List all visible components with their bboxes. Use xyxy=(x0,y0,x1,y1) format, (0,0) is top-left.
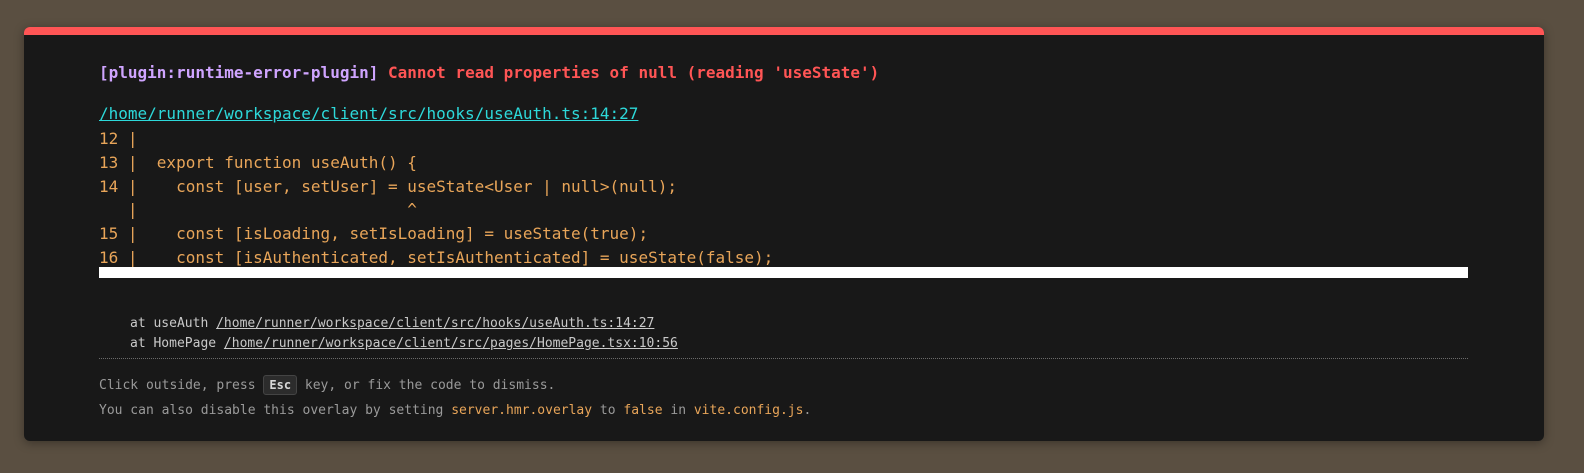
stack-frame: at HomePage /home/runner/workspace/clien… xyxy=(130,334,678,354)
tip-text: to xyxy=(592,403,624,418)
tip-text: Click outside, press xyxy=(99,378,264,393)
setting-value: false xyxy=(623,403,663,418)
code-frame-scrollbar[interactable] xyxy=(99,267,1468,278)
stack-frame-prefix: at HomePage xyxy=(130,336,224,351)
tip-text: in xyxy=(662,403,694,418)
code-line: 12 | xyxy=(99,129,138,148)
plugin-name: [plugin:runtime-error-plugin] xyxy=(99,63,379,82)
setting-name: server.hmr.overlay xyxy=(451,403,593,418)
esc-key-badge: Esc xyxy=(263,375,298,395)
error-file-link[interactable]: /home/runner/workspace/client/src/hooks/… xyxy=(99,104,638,124)
stack-frame-prefix: at useAuth xyxy=(130,316,217,331)
tip-text: key, or fix the code to dismiss. xyxy=(297,378,556,393)
stack-frame-link[interactable]: /home/runner/workspace/client/src/hooks/… xyxy=(216,316,654,331)
code-line: 15 | const [isLoading, setIsLoading] = u… xyxy=(99,224,649,244)
code-frame: 12 | 13 | export function useAuth() { 14… xyxy=(99,127,773,270)
error-message: [plugin:runtime-error-plugin] Cannot rea… xyxy=(99,63,879,83)
stack-trace: at useAuth /home/runner/workspace/client… xyxy=(130,314,678,354)
stack-frame-link[interactable]: /home/runner/workspace/client/src/pages/… xyxy=(224,336,678,351)
divider xyxy=(99,358,1468,359)
tip-line-2: You can also disable this overlay by set… xyxy=(99,398,811,423)
tip-line-1: Click outside, press Esc key, or fix the… xyxy=(99,373,811,398)
dismiss-tip: Click outside, press Esc key, or fix the… xyxy=(99,373,811,423)
tip-text: . xyxy=(803,403,812,418)
tip-text: You can also disable this overlay by set… xyxy=(99,403,452,418)
code-line: 14 | const [user, setUser] = useState<Us… xyxy=(99,176,677,196)
config-file-name: vite.config.js xyxy=(693,403,804,418)
stack-frame: at useAuth /home/runner/workspace/client… xyxy=(130,314,678,334)
error-overlay-window: [plugin:runtime-error-plugin] Cannot rea… xyxy=(24,27,1544,441)
code-line-pointer: | ^ xyxy=(99,200,417,220)
code-line: 13 | export function useAuth() { xyxy=(99,152,417,172)
error-text: Cannot read properties of null (reading … xyxy=(388,63,880,82)
